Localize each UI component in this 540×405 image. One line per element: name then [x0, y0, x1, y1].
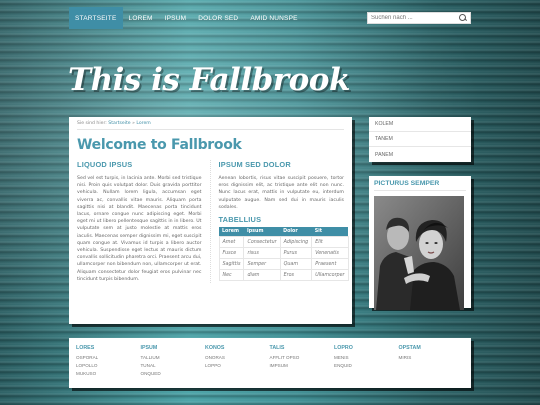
breadcrumb: Sie sind hier: Startseite » Lorem [77, 121, 344, 130]
footer-heading: KONOS [205, 345, 225, 351]
breadcrumb-separator: » [132, 121, 135, 126]
data-table: Lorem Ipsum Dolor Sit Amet Consectetur A… [218, 227, 349, 282]
table-cell: Sagittis [218, 258, 245, 271]
footer-column-lores: LORES OSPORAL LOPOLLO MUKUSO [76, 345, 141, 388]
right-column: IPSUM SED DOLOR Aenean lobortis, risus v… [211, 160, 349, 283]
footer-heading: LOPRO [334, 345, 353, 351]
nav-item-ipsum[interactable]: IPSUM [159, 7, 193, 29]
sidebar-item-tanem[interactable]: TANEM [369, 132, 471, 147]
table-cell: Nec [218, 269, 245, 282]
table-cell: Venenatis [311, 247, 349, 260]
table-cell: risus [243, 247, 281, 260]
table-cell: Eros [279, 269, 313, 282]
picture-widget: PICTURUS SEMPER [369, 176, 471, 310]
table-row: Fusce risus Purus Venenatis [218, 247, 349, 260]
footer-column-ipsum: IPSUM TALLIUM TUNAL ONQUED [141, 345, 206, 388]
footer-link[interactable]: IMPSUM [270, 362, 335, 370]
footer-link[interactable]: MENIS [334, 354, 399, 362]
table-cell: Adipiscing [279, 236, 313, 249]
site-logo[interactable]: This is Fallbrook [68, 62, 350, 98]
main-content: Sie sind hier: Startseite » Lorem Welcom… [69, 117, 352, 324]
footer-column-talis: TALIS AFFLIT OPSO IMPSUM [270, 345, 335, 388]
footer-link[interactable]: ONQUED [141, 370, 206, 378]
nav-item-dolor-sed[interactable]: DOLOR SED [192, 7, 244, 29]
sidebar-item-panem[interactable]: PANEM [369, 147, 471, 162]
table-cell: diam [243, 269, 281, 282]
breadcrumb-prefix: Sie sind hier: [77, 121, 107, 126]
table-cell: Praesent [311, 258, 349, 271]
footer-link[interactable]: MIRIS [399, 354, 464, 362]
footer-link[interactable]: LOPPO [205, 362, 270, 370]
footer-column-opstam: OPSTAM MIRIS [399, 345, 464, 388]
footer-heading: TALIS [269, 345, 285, 351]
table-cell: Semper [243, 258, 281, 271]
table-cell: Purus [279, 247, 313, 260]
table-cell: Elit [311, 236, 349, 249]
left-heading: LIQUOD IPSUS [77, 160, 133, 169]
table-header-cell: Sit [311, 227, 349, 237]
sidebar-item-kolem[interactable]: KOLEM [369, 117, 471, 132]
left-column: LIQUOD IPSUS Sed vel est turpis, in laci… [77, 160, 211, 284]
footer-heading: IPSUM [140, 345, 158, 351]
footer: LORES OSPORAL LOPOLLO MUKUSO IPSUM TALLI… [69, 338, 471, 388]
footer-link[interactable]: AFFLIT OPSO [270, 354, 335, 362]
couple-photo [374, 196, 464, 310]
main-navigation: STARTSEITE LOREM IPSUM DOLOR SED AMID NU… [69, 7, 304, 29]
table-cell: Consectetur [243, 236, 281, 249]
table-cell: Quam [279, 258, 313, 271]
footer-link[interactable]: ONORAS [205, 354, 270, 362]
table-row: Nec diam Eros Ullamcorper [218, 269, 349, 282]
footer-column-konos: KONOS ONORAS LOPPO [205, 345, 270, 388]
footer-heading: OPSTAM [398, 345, 421, 351]
breadcrumb-current-link[interactable]: Lorem [136, 121, 150, 126]
footer-link[interactable]: TUNAL [141, 362, 206, 370]
search-icon[interactable] [458, 13, 468, 23]
footer-heading: LORES [76, 345, 95, 351]
search-box [367, 12, 471, 24]
picture-heading: PICTURUS SEMPER [374, 180, 466, 191]
right-paragraph: Aenean lobortis, risus vitae suscipit po… [218, 176, 345, 210]
table-header-row: Lorem Ipsum Dolor Sit [219, 227, 349, 237]
left-paragraph: Sed vel est turpis, in lacinia ante. Mor… [77, 176, 202, 282]
nav-item-lorem[interactable]: LOREM [123, 7, 159, 29]
footer-column-lopro: LOPRO MENIS ENQUID [334, 345, 399, 388]
right-heading: IPSUM SED DOLOR [218, 160, 291, 169]
content-columns: LIQUOD IPSUS Sed vel est turpis, in laci… [77, 160, 349, 284]
nav-item-amid-nunspe[interactable]: AMID NUNSPE [244, 7, 303, 29]
footer-link[interactable]: MUKUSO [76, 370, 141, 378]
table-header-cell: Lorem [219, 227, 244, 237]
table-header-cell: Dolor [280, 227, 312, 237]
table-row: Sagittis Semper Quam Praesent [218, 258, 349, 271]
breadcrumb-home-link[interactable]: Startseite [108, 121, 130, 126]
table-heading: TABELLIUS [218, 215, 262, 225]
table-cell: Fusce [218, 247, 245, 260]
table-header-cell: Ipsum [243, 227, 281, 237]
search-input[interactable] [368, 13, 458, 23]
table-cell: Amet [218, 236, 245, 249]
footer-link[interactable]: LOPOLLO [76, 362, 141, 370]
page-title: Welcome to Fallbrook [77, 137, 242, 153]
sidebar-menu: KOLEM TANEM PANEM [369, 117, 471, 162]
footer-link[interactable]: ENQUID [334, 362, 399, 370]
nav-item-startseite[interactable]: STARTSEITE [69, 7, 123, 29]
footer-link[interactable]: OSPORAL [76, 354, 141, 362]
footer-link[interactable]: TALLIUM [141, 354, 206, 362]
table-row: Amet Consectetur Adipiscing Elit [218, 236, 349, 249]
table-cell: Ullamcorper [311, 269, 349, 282]
